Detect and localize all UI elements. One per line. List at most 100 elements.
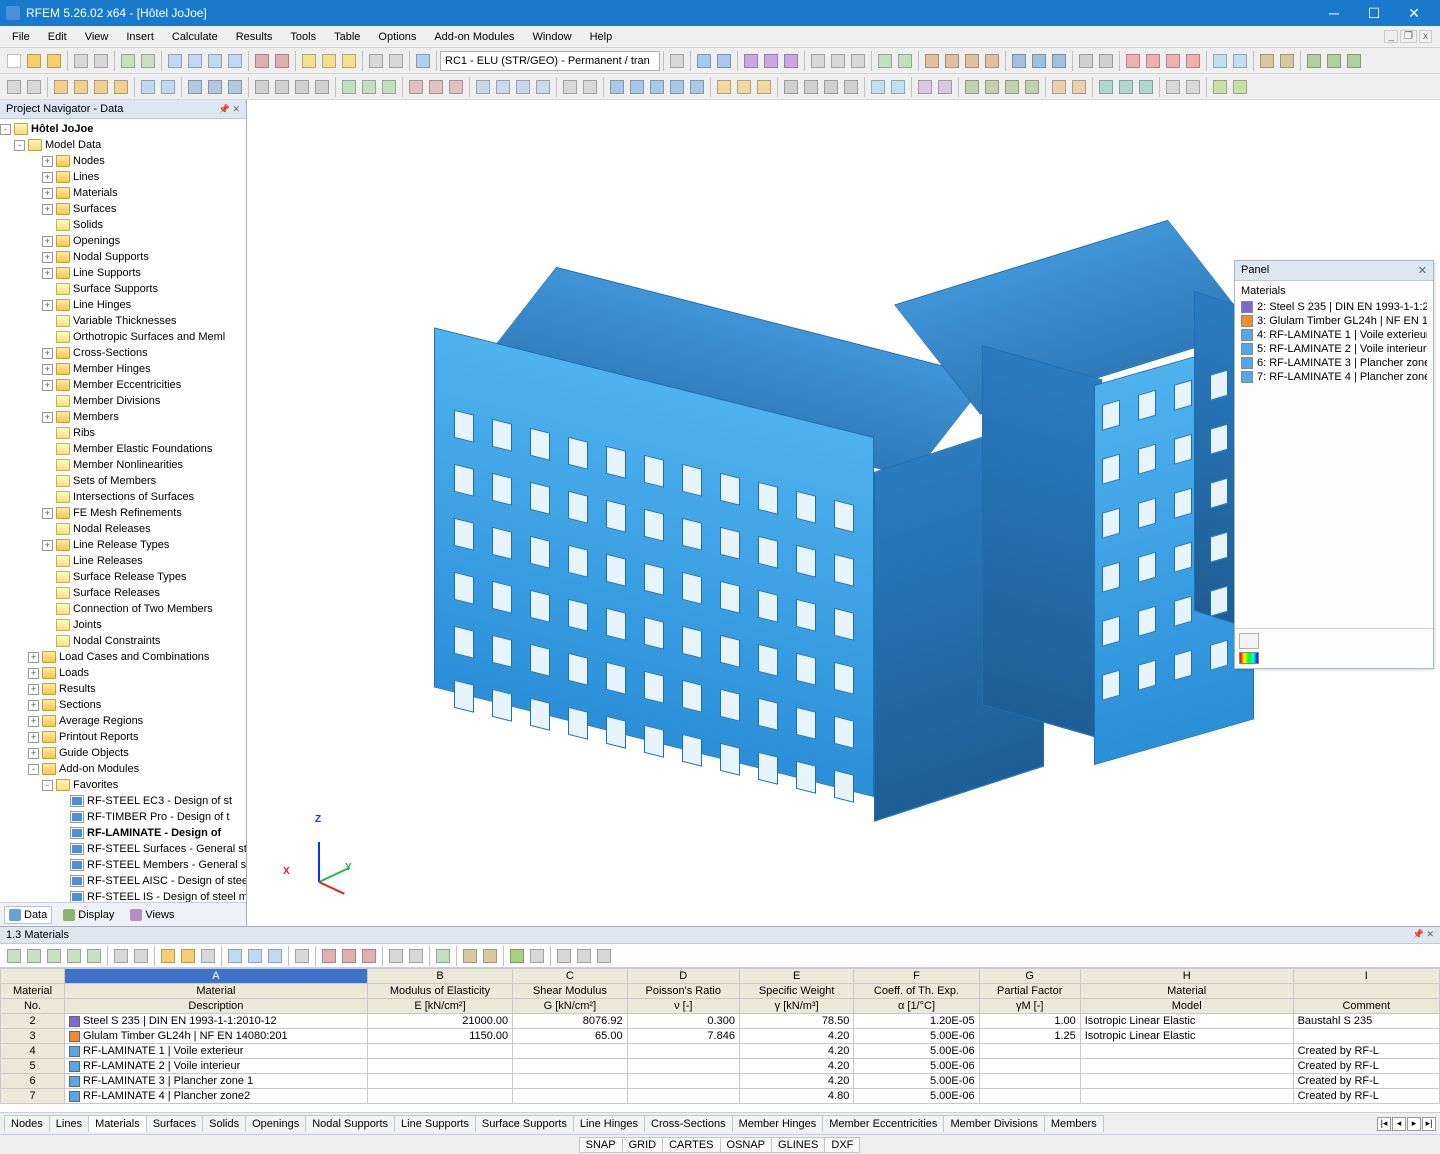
menu-file[interactable]: File — [4, 29, 38, 45]
panel-close-icon[interactable]: ✕ — [1418, 264, 1427, 277]
tree-node[interactable]: Ribs — [0, 425, 246, 441]
toolbar-button[interactable] — [1117, 78, 1135, 96]
toolbar-button[interactable] — [983, 78, 1001, 96]
toolbar-button[interactable] — [226, 52, 244, 70]
tree-node[interactable]: Surface Releases — [0, 585, 246, 601]
toolbar-button[interactable] — [166, 52, 184, 70]
toolbar-button[interactable] — [360, 947, 378, 965]
toolbar-button[interactable] — [226, 78, 244, 96]
menu-edit[interactable]: Edit — [40, 29, 75, 45]
status-glines[interactable]: GLINES — [771, 1137, 825, 1153]
toolbar-button[interactable] — [889, 78, 907, 96]
toolbar-button[interactable] — [688, 78, 706, 96]
toolbar-button[interactable] — [595, 947, 613, 965]
toolbar-button[interactable] — [199, 947, 217, 965]
toolbar-button[interactable] — [367, 52, 385, 70]
tree-node[interactable]: +Lines — [0, 169, 246, 185]
toolbar-button[interactable] — [782, 78, 800, 96]
toolbar-button[interactable] — [132, 947, 150, 965]
toolbar-button[interactable] — [869, 78, 887, 96]
toolbar-button[interactable] — [735, 78, 753, 96]
toolbar-button[interactable] — [1077, 52, 1095, 70]
toolbar-button[interactable] — [963, 52, 981, 70]
menu-window[interactable]: Window — [524, 29, 579, 45]
toolbar-button[interactable] — [555, 947, 573, 965]
toolbar-button[interactable] — [1184, 52, 1202, 70]
tree-node[interactable]: Member Divisions — [0, 393, 246, 409]
toolbar-button[interactable] — [52, 78, 70, 96]
toolbar-button[interactable] — [1258, 52, 1276, 70]
toolbar-button[interactable] — [1023, 78, 1041, 96]
status-grid[interactable]: GRID — [622, 1137, 664, 1153]
tree-node[interactable]: RF-STEEL Members - General st — [0, 857, 246, 873]
table-tab-surface-supports[interactable]: Surface Supports — [475, 1115, 574, 1132]
toolbar-button[interactable] — [1097, 78, 1115, 96]
tree-node[interactable]: Nodal Releases — [0, 521, 246, 537]
toolbar-button[interactable] — [139, 78, 157, 96]
toolbar-button[interactable] — [983, 52, 1001, 70]
tree-node[interactable]: Nodal Constraints — [0, 633, 246, 649]
toolbar-button[interactable] — [434, 947, 452, 965]
toolbar-button[interactable] — [755, 78, 773, 96]
toolbar-button[interactable] — [340, 52, 358, 70]
toolbar-button[interactable] — [253, 52, 271, 70]
toolbar-button[interactable] — [561, 78, 579, 96]
toolbar-button[interactable] — [206, 52, 224, 70]
table-tab-surfaces[interactable]: Surfaces — [146, 1115, 203, 1132]
toolbar-button[interactable] — [829, 52, 847, 70]
tree-node[interactable]: RF-STEEL IS - Design of steel me — [0, 889, 246, 902]
tree-node[interactable]: +Member Eccentricities — [0, 377, 246, 393]
toolbar-button[interactable] — [668, 78, 686, 96]
toolbar-button[interactable] — [1070, 78, 1088, 96]
toolbar-button[interactable] — [1144, 52, 1162, 70]
toolbar-button[interactable] — [1278, 52, 1296, 70]
toolbar-button[interactable] — [387, 947, 405, 965]
table-tab-solids[interactable]: Solids — [202, 1115, 246, 1132]
toolbar-button[interactable] — [320, 52, 338, 70]
toolbar-button[interactable] — [427, 78, 445, 96]
tab-scroll-prev[interactable]: ◂ — [1392, 1117, 1406, 1131]
minimize-button[interactable]: ─ — [1314, 0, 1354, 26]
toolbar-button[interactable] — [1211, 52, 1229, 70]
toolbar-button[interactable] — [65, 947, 83, 965]
tree-node[interactable]: RF-TIMBER Pro - Design of t — [0, 809, 246, 825]
nav-tab-data[interactable]: Data — [4, 906, 52, 924]
navigator-tree[interactable]: -Hôtel JoJoe-Model Data+Nodes+Lines+Mate… — [0, 119, 246, 902]
table-tab-materials[interactable]: Materials — [88, 1115, 147, 1132]
toolbar-button[interactable] — [5, 78, 23, 96]
toolbar-button[interactable] — [715, 78, 733, 96]
tree-node[interactable]: +Results — [0, 681, 246, 697]
nav-tab-views[interactable]: Views — [125, 906, 179, 924]
table-row[interactable]: 7RF-LAMINATE 4 | Plancher zone24.805.00E… — [1, 1089, 1440, 1104]
toolbar-button[interactable] — [802, 78, 820, 96]
toolbar-button[interactable] — [112, 78, 130, 96]
tree-node[interactable]: Orthotropic Surfaces and Meml — [0, 329, 246, 345]
toolbar-button[interactable] — [1097, 52, 1115, 70]
toolbar-button[interactable] — [266, 947, 284, 965]
toolbar-button[interactable] — [1030, 52, 1048, 70]
menu-help[interactable]: Help — [582, 29, 621, 45]
toolbar-button[interactable] — [25, 947, 43, 965]
table-tab-nodal-supports[interactable]: Nodal Supports — [305, 1115, 395, 1132]
toolbar-button[interactable] — [1003, 78, 1021, 96]
tree-node[interactable]: +Nodal Supports — [0, 249, 246, 265]
table-tab-member-divisions[interactable]: Member Divisions — [943, 1115, 1044, 1132]
toolbar-button[interactable] — [648, 78, 666, 96]
toolbar-button[interactable] — [1124, 52, 1142, 70]
toolbar-button[interactable] — [809, 52, 827, 70]
tree-node[interactable]: Member Nonlinearities — [0, 457, 246, 473]
tree-node[interactable]: +Printout Reports — [0, 729, 246, 745]
toolbar-button[interactable] — [246, 947, 264, 965]
tree-node[interactable]: +Openings — [0, 233, 246, 249]
toolbar-button[interactable] — [5, 52, 23, 70]
tree-node[interactable]: Sets of Members — [0, 473, 246, 489]
toolbar-button[interactable] — [407, 78, 425, 96]
table-row[interactable]: 5RF-LAMINATE 2 | Voile interieur4.205.00… — [1, 1059, 1440, 1074]
panel-material-row[interactable]: 6: RF-LAMINATE 3 | Plancher zone 1 — [1241, 356, 1427, 370]
toolbar-button[interactable] — [822, 78, 840, 96]
toolbar-button[interactable] — [849, 52, 867, 70]
toolbar-button[interactable] — [293, 78, 311, 96]
tree-node[interactable]: Member Elastic Foundations — [0, 441, 246, 457]
toolbar-button[interactable] — [943, 52, 961, 70]
mdi-restore-button[interactable]: ❐ — [1400, 30, 1417, 43]
